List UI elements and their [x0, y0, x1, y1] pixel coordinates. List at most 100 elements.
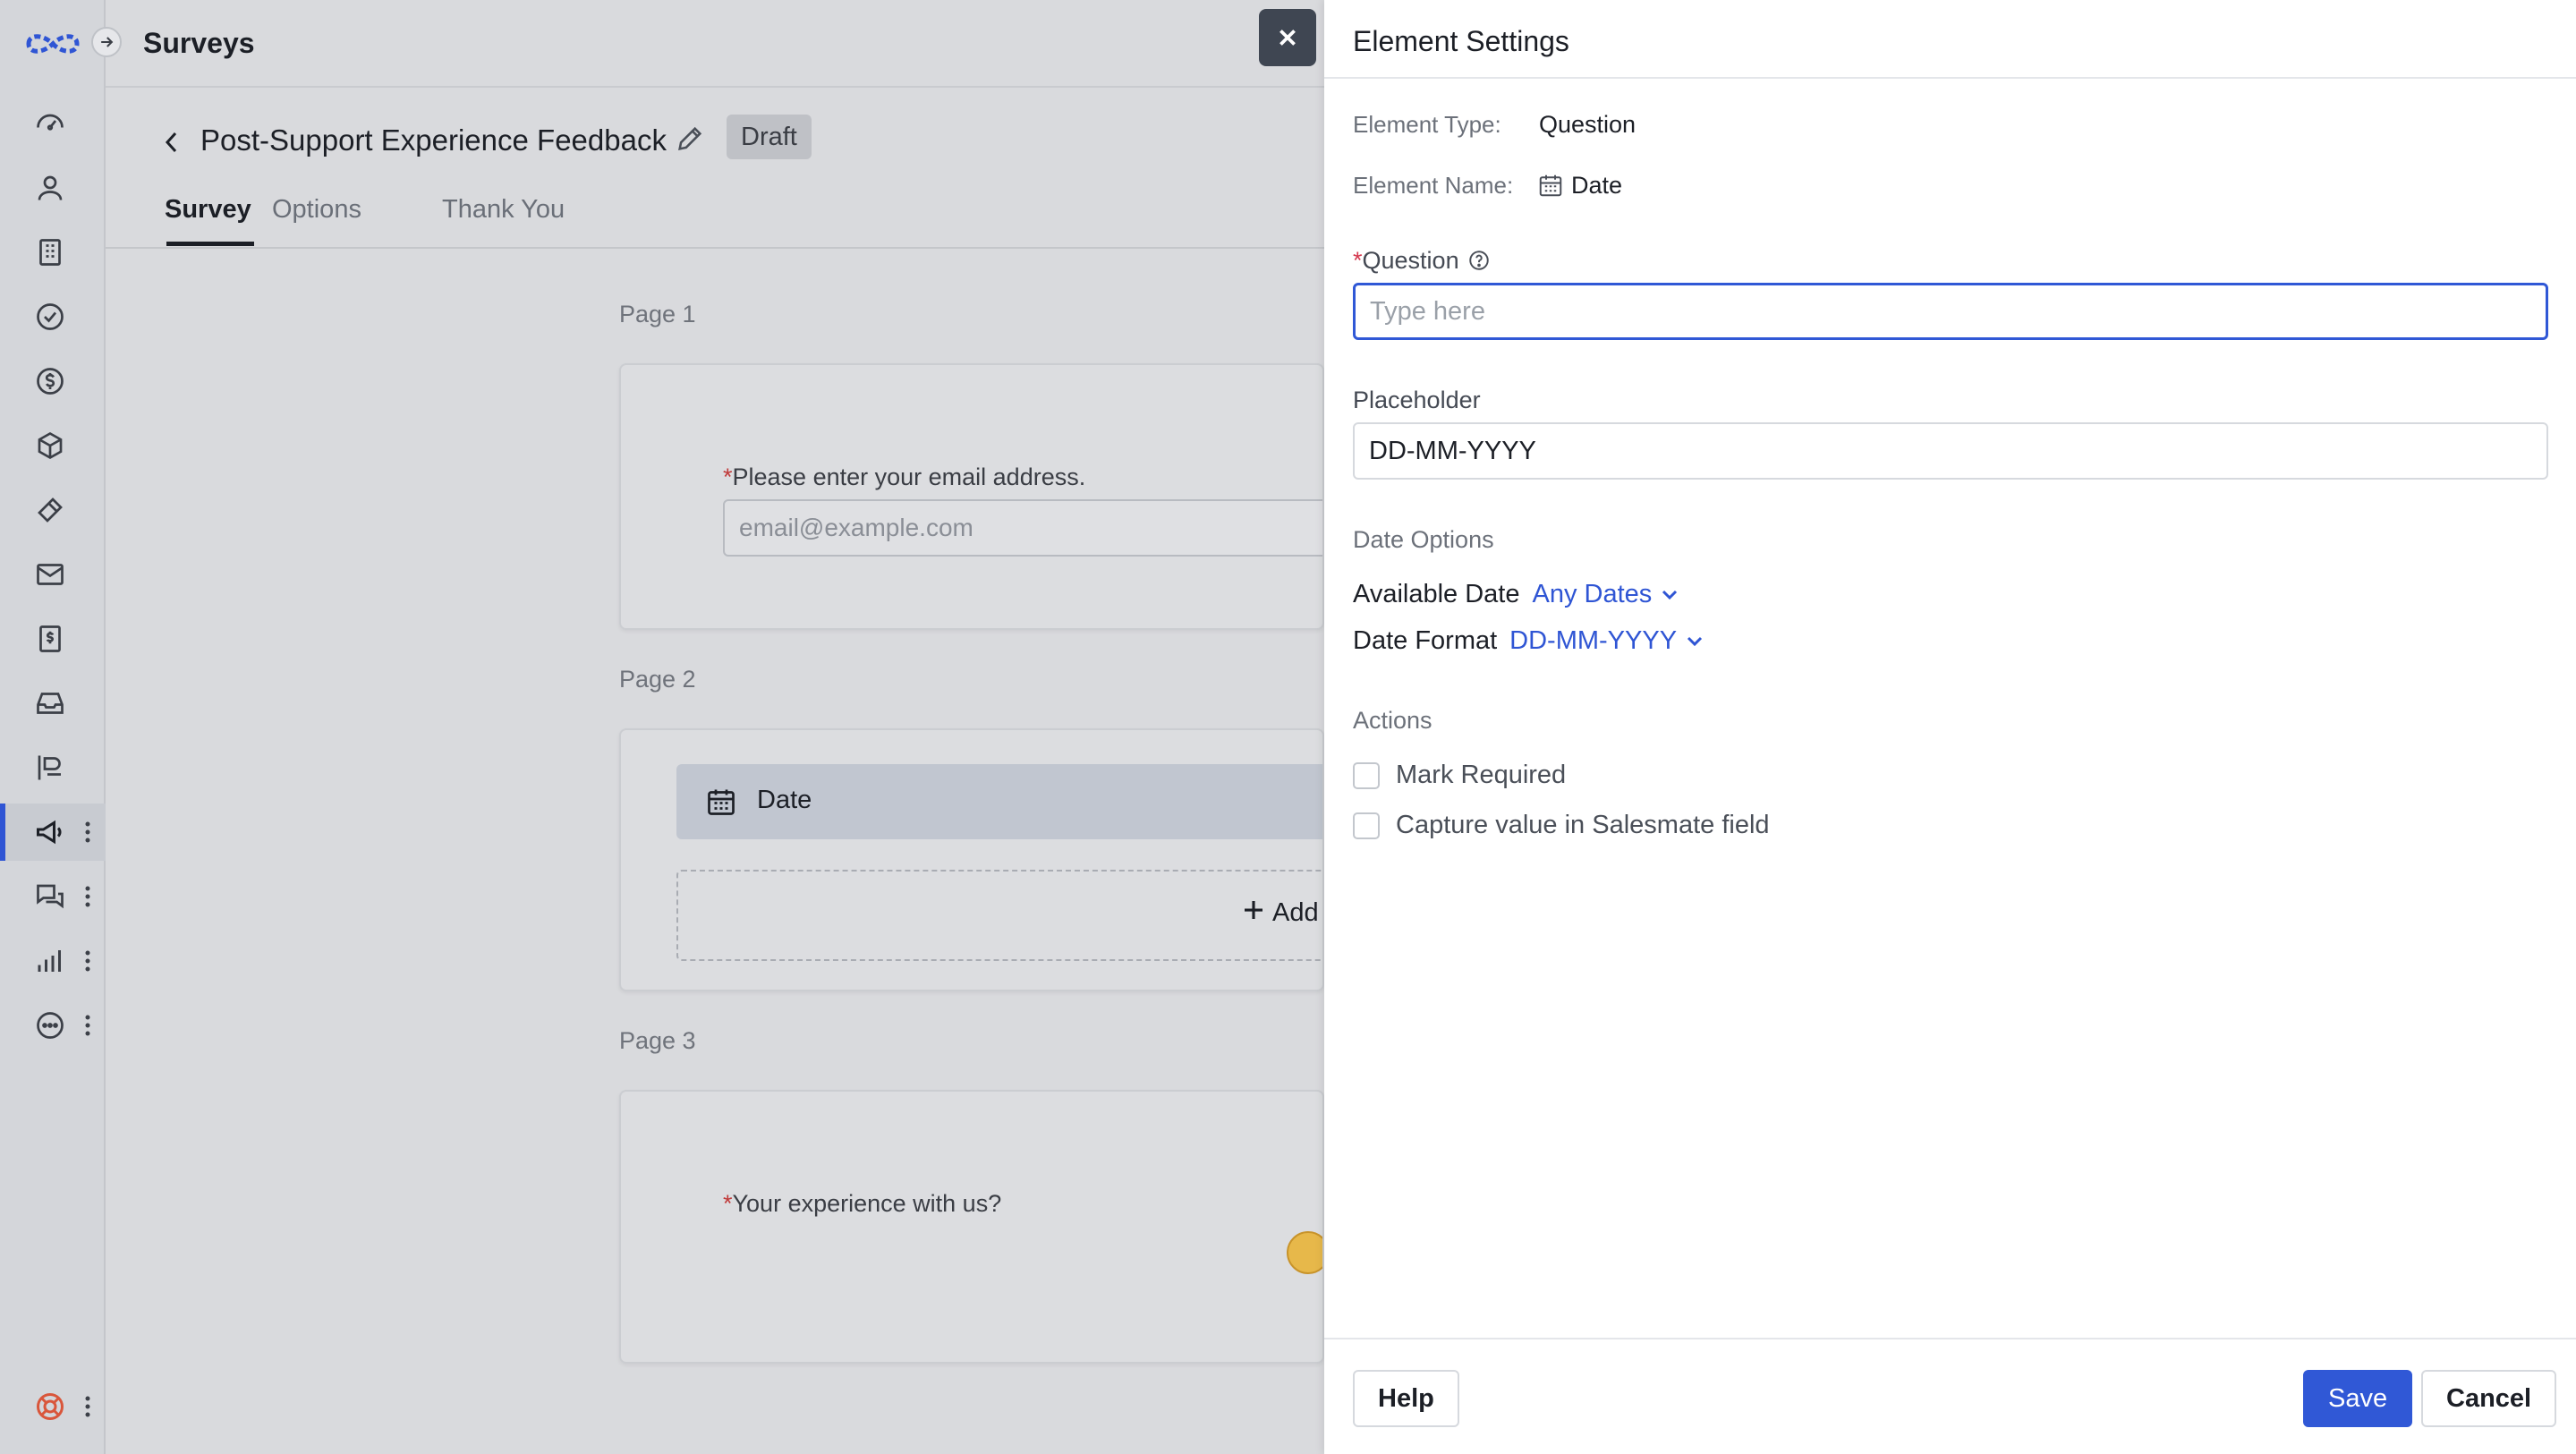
kebab-menu-icon[interactable] — [84, 948, 91, 974]
tab-thank-you[interactable]: Thank You — [442, 195, 565, 225]
save-button[interactable]: Save — [2303, 1370, 2413, 1427]
sidebar-item-quotes[interactable] — [0, 610, 106, 667]
sequences-icon — [38, 755, 61, 780]
sidebar-item-contacts[interactable] — [0, 159, 106, 217]
sidebar-item-more[interactable] — [0, 997, 106, 1054]
page-card[interactable]: *Your experience with us? — [619, 1090, 1324, 1364]
question-label: *Please enter your email address. — [723, 463, 1086, 490]
quotes-icon — [39, 625, 61, 652]
products-icon — [38, 431, 63, 460]
tasks-icon — [37, 303, 64, 330]
element-settings-panel: Element Settings Element Type: Question … — [1324, 0, 2576, 1454]
dashboard-icon — [37, 114, 64, 131]
arrow-right-icon — [101, 37, 114, 47]
tickets-icon — [38, 497, 63, 523]
placeholder-field-label: Placeholder — [1353, 387, 1481, 413]
capture-value-checkbox[interactable] — [1353, 812, 1380, 839]
calendar-icon — [1539, 174, 1562, 197]
question-input[interactable] — [1353, 283, 2548, 340]
survey-header: Post-Support Experience Feedback Draft S… — [106, 88, 1324, 249]
lifebuoy-icon — [37, 1393, 64, 1420]
panel-header: Element Settings — [1324, 0, 2576, 79]
date-format-label: Date Format — [1353, 626, 1498, 655]
element-name-value: Date — [1571, 172, 1623, 199]
kebab-menu-icon[interactable] — [84, 1394, 91, 1419]
sidebar-item-campaigns[interactable] — [0, 804, 106, 861]
mark-required-checkbox[interactable] — [1353, 761, 1380, 789]
app-title: Surveys — [143, 27, 255, 59]
page-label: Page 2 — [619, 666, 696, 693]
page-label: Page 3 — [619, 1027, 696, 1054]
capture-value-row[interactable]: Capture value in Salesmate field — [1353, 811, 1770, 840]
question-field-label: *Question — [1353, 247, 1459, 274]
tab-options[interactable]: Options — [272, 195, 361, 225]
deals-icon — [37, 368, 64, 395]
sidebar-item-products[interactable] — [0, 417, 106, 474]
panel-title: Element Settings — [1353, 25, 1569, 57]
sidebar-item-reports[interactable] — [0, 932, 106, 990]
question-label: *Your experience with us? — [723, 1190, 1002, 1217]
reports-icon — [38, 950, 61, 972]
date-format-row: Date Format DD-MM-YYYY — [1353, 626, 1705, 656]
capture-value-label: Capture value in Salesmate field — [1396, 811, 1770, 839]
companies-icon — [39, 239, 61, 266]
rating-emoji-very-sad[interactable] — [1287, 1231, 1322, 1274]
add-element-area[interactable]: Add — [676, 870, 1322, 961]
help-circle-icon[interactable] — [1467, 249, 1491, 272]
date-format-value: DD-MM-YYYY — [1509, 626, 1678, 655]
chevron-down-icon — [1688, 636, 1703, 646]
kebab-menu-icon[interactable] — [84, 884, 91, 909]
cancel-button[interactable]: Cancel — [2421, 1370, 2557, 1427]
page-label: Page 1 — [619, 301, 696, 327]
sidebar-item-sequences[interactable] — [0, 739, 106, 796]
email-icon — [37, 564, 64, 585]
close-panel-button[interactable] — [1259, 9, 1316, 66]
inbox-icon — [37, 693, 64, 714]
element-name-label: Element Name: — [1353, 172, 1514, 199]
calendar-icon — [708, 789, 735, 815]
tab-survey[interactable]: Survey — [165, 195, 251, 225]
sidebar-item-dashboard[interactable] — [0, 95, 106, 152]
date-element[interactable]: Date — [676, 764, 1322, 839]
placeholder-input[interactable] — [1353, 422, 2548, 480]
date-format-dropdown[interactable]: DD-MM-YYYY — [1509, 626, 1705, 656]
mark-required-label: Mark Required — [1396, 761, 1567, 789]
megaphone-icon — [37, 820, 62, 845]
element-label: Date — [757, 786, 812, 814]
kebab-menu-icon[interactable] — [84, 1013, 91, 1038]
add-element-label: Add — [1272, 898, 1319, 927]
available-date-row: Available Date Any Dates — [1353, 580, 1680, 609]
sidebar-collapse-button[interactable] — [91, 27, 122, 57]
sidebar-item-deals[interactable] — [0, 353, 106, 410]
kebab-menu-icon[interactable] — [84, 820, 91, 845]
chevron-down-icon — [1662, 590, 1678, 599]
survey-title: Post-Support Experience Feedback — [200, 123, 667, 157]
element-type-label: Element Type: — [1353, 111, 1501, 138]
sidebar-item-companies[interactable] — [0, 224, 106, 281]
date-options-section-label: Date Options — [1353, 526, 1494, 553]
conversations-icon — [37, 884, 64, 909]
sidebar-item-conversations[interactable] — [0, 868, 106, 925]
email-preview-input: email@example.com — [723, 499, 1322, 557]
page-card[interactable]: *Please enter your email address. email@… — [619, 363, 1324, 630]
sidebar-item-tickets[interactable] — [0, 481, 106, 539]
sidebar-item-inbox[interactable] — [0, 675, 106, 732]
element-type-value: Question — [1539, 111, 1637, 138]
help-button[interactable]: Help — [1353, 1370, 1459, 1427]
back-chevron-icon[interactable] — [161, 127, 183, 157]
sidebar-item-tasks[interactable] — [0, 288, 106, 345]
sidebar-item-help-center[interactable] — [0, 1378, 106, 1435]
available-date-dropdown[interactable]: Any Dates — [1532, 580, 1680, 609]
close-icon — [1279, 30, 1296, 46]
available-date-label: Available Date — [1353, 580, 1520, 608]
contacts-icon — [38, 175, 63, 200]
survey-builder: Surveys Post-Support Experience Feedback… — [106, 0, 1324, 1454]
top-bar: Surveys — [106, 0, 1324, 88]
panel-footer: Help Save Cancel — [1324, 1338, 2576, 1454]
active-tab-indicator — [166, 242, 254, 246]
mark-required-row[interactable]: Mark Required — [1353, 761, 1566, 790]
salesmate-logo[interactable] — [23, 27, 82, 61]
pencil-icon[interactable] — [675, 123, 705, 154]
page-card[interactable]: Date Add — [619, 728, 1324, 991]
sidebar-item-email[interactable] — [0, 546, 106, 603]
